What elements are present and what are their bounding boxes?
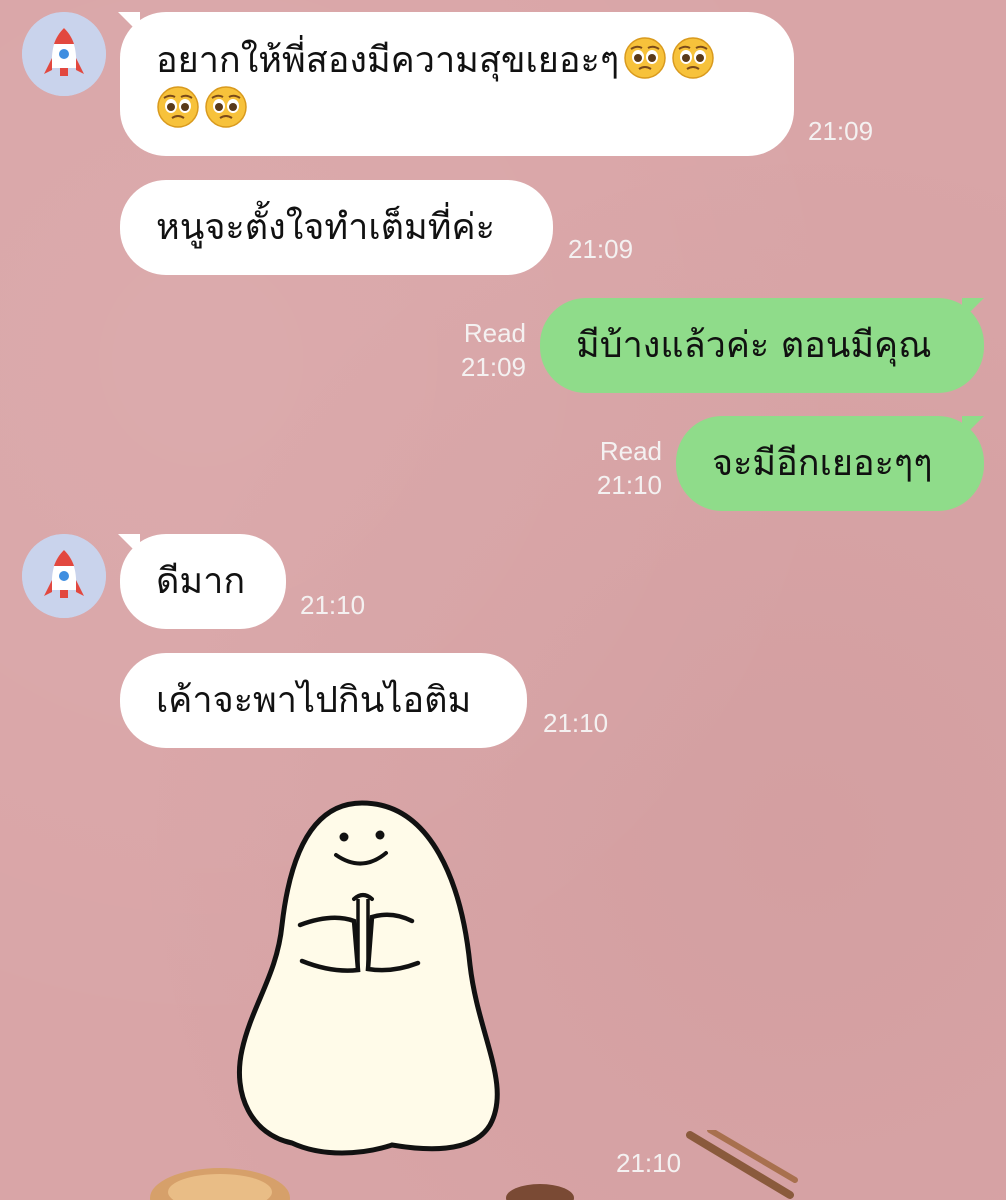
message-bubble[interactable]: จะมีอีกเยอะๆๆ bbox=[676, 416, 984, 511]
wallpaper-cup-decoration bbox=[506, 1184, 574, 1200]
pleading-face-emoji bbox=[156, 85, 200, 129]
bubble-tail bbox=[962, 416, 984, 438]
pleading-face-emoji bbox=[623, 36, 667, 80]
contact-avatar[interactable] bbox=[22, 534, 106, 618]
message-time: 21:10 bbox=[596, 470, 662, 500]
message-time: 21:09 bbox=[808, 116, 874, 146]
message-time: 21:09 bbox=[460, 352, 526, 382]
message-text: จะมีอีกเยอะๆๆ bbox=[712, 443, 933, 484]
message-bubble[interactable]: ดีมาก bbox=[120, 534, 286, 629]
rocket-icon bbox=[22, 12, 106, 96]
message-text: เค้าจะพาไปกินไอติม bbox=[156, 680, 472, 721]
message-bubble[interactable]: หนูจะตั้งใจทำเต็มที่ค่ะ bbox=[120, 180, 553, 275]
message-bubble[interactable]: อยากให้พี่สองมีความสุขเยอะๆ bbox=[120, 12, 794, 156]
message-bubble[interactable]: มีบ้างแล้วค่ะ ตอนมีคุณ bbox=[540, 298, 984, 393]
read-status: Read bbox=[599, 436, 662, 466]
message-time: 21:10 bbox=[543, 708, 609, 738]
wallpaper-chopsticks-decoration bbox=[686, 1130, 798, 1199]
message-text: หนูจะตั้งใจทำเต็มที่ค่ะ bbox=[156, 207, 495, 248]
message-time: 21:09 bbox=[568, 234, 634, 264]
pleading-face-emoji bbox=[204, 85, 248, 129]
message-time: 21:10 bbox=[616, 1148, 682, 1178]
message-text: ดีมาก bbox=[156, 561, 246, 602]
bubble-tail bbox=[962, 298, 984, 320]
message-text-line2 bbox=[152, 85, 758, 134]
rocket-icon bbox=[22, 534, 106, 618]
contact-avatar[interactable] bbox=[22, 12, 106, 96]
ghost-praying-sticker[interactable] bbox=[222, 795, 522, 1160]
read-status: Read bbox=[463, 318, 526, 348]
pleading-face-emoji bbox=[671, 36, 715, 80]
message-text: มีบ้างแล้วค่ะ ตอนมีคุณ bbox=[576, 325, 932, 366]
message-bubble[interactable]: เค้าจะพาไปกินไอติม bbox=[120, 653, 527, 748]
message-text: อยากให้พี่สองมีความสุขเยอะๆ bbox=[156, 36, 758, 85]
message-time: 21:10 bbox=[300, 590, 366, 620]
